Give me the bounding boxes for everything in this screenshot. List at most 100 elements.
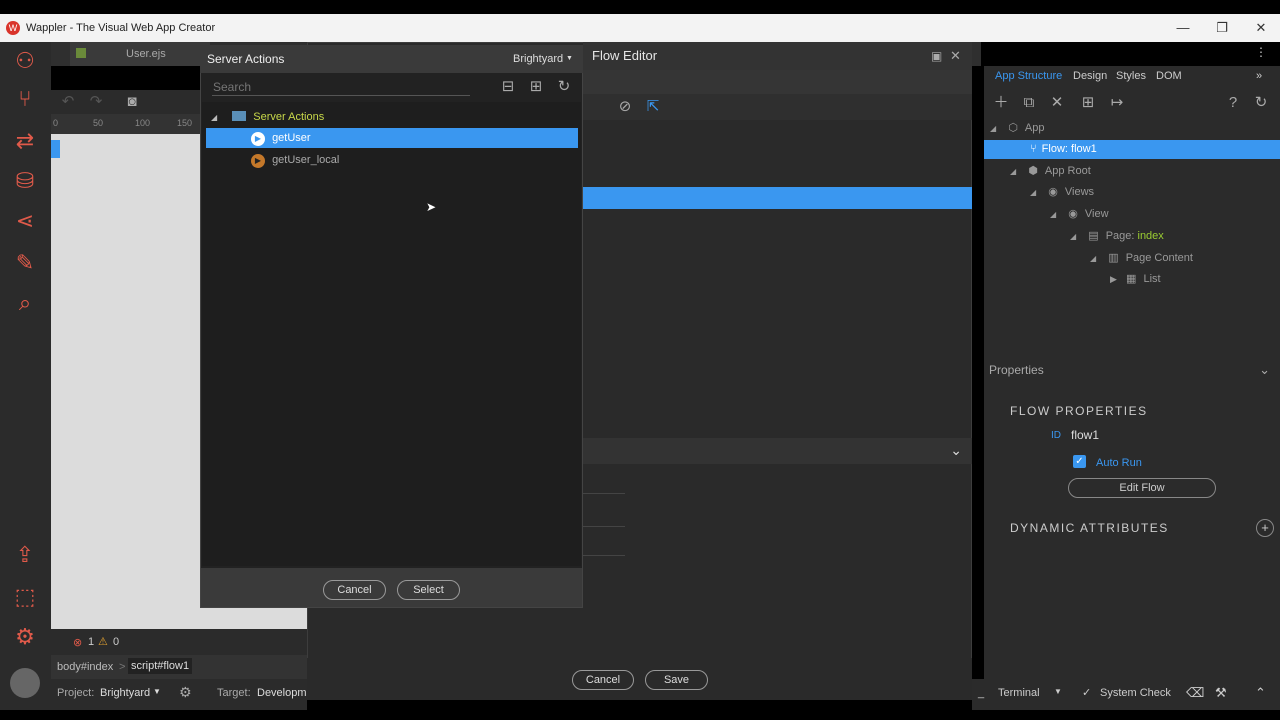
server-actions-footer xyxy=(201,568,582,607)
tab-app-structure[interactable]: App Structure xyxy=(995,66,1062,86)
flow-cancel-button[interactable]: Cancel xyxy=(572,670,634,690)
chevron-up-icon[interactable]: ⌃ xyxy=(1255,685,1266,701)
avatar[interactable] xyxy=(10,668,40,698)
tab-design[interactable]: Design xyxy=(1073,66,1107,86)
folder-server-actions[interactable]: ◢ Server Actions xyxy=(211,107,324,127)
close-window-icon[interactable]: ✕ xyxy=(1242,14,1280,42)
flow-save-button[interactable]: Save xyxy=(645,670,708,690)
add-icon[interactable]: ＋ xyxy=(992,94,1010,112)
extensions-icon[interactable]: ⬚ xyxy=(10,582,40,612)
flow-properties-collapse-bar[interactable]: ⌄ xyxy=(583,438,972,464)
maximize-icon[interactable]: ▣ xyxy=(931,42,942,70)
list-item[interactable]: ▶ getUser_local xyxy=(251,150,339,170)
caret-right-icon[interactable]: ▶ xyxy=(1110,274,1117,284)
search-input[interactable] xyxy=(213,80,463,94)
server-action-label: getUser xyxy=(272,132,311,144)
publish-icon[interactable]: ⇪ xyxy=(10,540,40,570)
chevron-down-icon[interactable]: ▼ xyxy=(1054,687,1062,696)
edit-flow-button[interactable]: Edit Flow xyxy=(1068,478,1216,498)
target-selector[interactable]: Developm xyxy=(257,687,307,699)
refresh-icon[interactable]: ↻ xyxy=(555,78,573,96)
search-wrapper xyxy=(212,78,470,96)
ruler: 0 50 100 150 xyxy=(51,114,201,134)
tree-item-page-index[interactable]: ◢ ▤ Page: index xyxy=(1070,226,1164,246)
tree-item-flow[interactable]: ⑂ Flow: flow1 xyxy=(1030,139,1097,159)
restore-icon[interactable]: ❐ xyxy=(1203,14,1241,42)
divider xyxy=(583,526,625,527)
tree-label-value: index xyxy=(1137,230,1164,242)
target-selector[interactable]: Brightyard xyxy=(513,45,563,73)
more-vertical-icon[interactable]: ⋮ xyxy=(1252,43,1270,61)
eraser-icon[interactable]: ⌫ xyxy=(1186,685,1204,701)
chevron-right-icon[interactable]: » xyxy=(1256,66,1262,86)
tree-label: Page: xyxy=(1105,230,1138,242)
project-label: Project: xyxy=(57,687,95,699)
move-out-icon[interactable]: ⇱ xyxy=(644,98,662,116)
component-icon[interactable]: ⊞ xyxy=(1079,94,1097,112)
git-icon[interactable]: ⑂ xyxy=(10,84,40,114)
app-structure-icon[interactable]: ⚇ xyxy=(10,46,40,76)
list-item[interactable]: ▶ getUser xyxy=(251,128,311,148)
server-actions-titlebar: Server Actions Brightyard ▼ xyxy=(200,45,583,73)
caret-down-icon: ◢ xyxy=(990,124,997,133)
breadcrumb: body#index > script#flow1 xyxy=(51,655,307,679)
flow-editor-title: Flow Editor xyxy=(592,48,658,63)
breadcrumb-item[interactable]: script#flow1 xyxy=(128,658,193,674)
tree-item-app-root[interactable]: ◢ ⬢ App Root xyxy=(1010,161,1091,181)
check-icon: ✓ xyxy=(1082,687,1092,699)
redo-icon[interactable]: ↷ xyxy=(87,93,105,111)
error-icon[interactable]: ⊗ xyxy=(73,636,82,649)
id-field[interactable]: flow1 xyxy=(1071,428,1099,442)
camera-icon[interactable]: ◙ xyxy=(123,93,141,111)
caret-down-icon: ◢ xyxy=(1030,188,1037,197)
tab-dom[interactable]: DOM xyxy=(1156,66,1182,86)
tree-item-views[interactable]: ◢ ◉ Views xyxy=(1030,182,1094,202)
select-button[interactable]: Select xyxy=(397,580,460,600)
routes-icon[interactable]: ⇄ xyxy=(10,126,40,156)
chevron-down-icon[interactable]: ▼ xyxy=(566,45,573,73)
flow-step-selected-row[interactable] xyxy=(583,187,972,209)
database-icon[interactable]: ⛁ xyxy=(10,166,40,196)
tree-label: View xyxy=(1084,208,1109,220)
refresh-icon[interactable]: ↻ xyxy=(1252,94,1270,112)
delete-icon[interactable]: ✕ xyxy=(1048,94,1066,112)
edit-icon[interactable]: ✎ xyxy=(10,248,40,278)
flow-properties-title: FLOW PROPERTIES xyxy=(1010,404,1148,418)
terminal-button[interactable]: Terminal xyxy=(998,687,1040,699)
expand-all-icon[interactable]: ⊞ xyxy=(527,78,545,96)
bug-icon[interactable]: ⚒ xyxy=(1215,685,1227,701)
close-icon[interactable]: ✕ xyxy=(950,42,961,70)
tree-item-app[interactable]: ◢ ⬡ App xyxy=(990,118,1044,138)
auto-run-checkbox[interactable]: ✓ xyxy=(1073,455,1086,468)
move-icon[interactable]: ↦ xyxy=(1108,94,1126,112)
tree-item-list[interactable]: ▶ ▦ List xyxy=(1110,269,1161,289)
tab-styles[interactable]: Styles xyxy=(1116,66,1146,86)
caret-down-icon: ◢ xyxy=(1050,210,1057,219)
chevron-down-icon[interactable]: ⌄ xyxy=(1259,359,1270,381)
help-icon[interactable]: ? xyxy=(1224,94,1242,112)
cancel-button[interactable]: Cancel xyxy=(323,580,386,600)
tree-item-view[interactable]: ◢ ◉ View xyxy=(1050,204,1109,224)
settings-gear-icon[interactable]: ⚙ xyxy=(10,622,40,652)
system-check-button[interactable]: System Check xyxy=(1100,687,1171,699)
undo-icon[interactable]: ↶ xyxy=(59,93,77,111)
caret-down-icon[interactable]: ◢ xyxy=(211,113,217,122)
minimize-icon[interactable]: — xyxy=(1164,14,1202,42)
breadcrumb-item[interactable]: body#index xyxy=(57,661,113,673)
copy-icon[interactable]: ⧉ xyxy=(1020,94,1038,112)
tree-item-page-content[interactable]: ◢ ▥ Page Content xyxy=(1090,248,1193,268)
tab-user-ejs[interactable]: User.ejs xyxy=(70,42,210,66)
disable-icon[interactable]: ⊘ xyxy=(616,98,634,116)
page-content-icon: ▥ xyxy=(1108,252,1119,264)
warning-icon[interactable]: ⚠ xyxy=(98,635,108,648)
chevron-down-icon[interactable]: ⌄ xyxy=(950,442,962,459)
add-attribute-icon[interactable]: + xyxy=(1256,519,1274,537)
share-icon[interactable]: ⋖ xyxy=(10,206,40,236)
search-icon[interactable]: ⌕ xyxy=(10,288,40,318)
project-settings-gear-icon[interactable]: ⚙ xyxy=(179,684,192,701)
left-toolbar: ⚇ ⑂ ⇄ ⛁ ⋖ ✎ ⌕ ⇪ ⬚ ⚙ xyxy=(0,42,51,710)
folder-icon xyxy=(232,111,247,121)
properties-header[interactable]: Properties ⌄ xyxy=(984,359,1280,381)
collapse-all-icon[interactable]: ⊟ xyxy=(499,78,517,96)
project-selector[interactable]: Brightyard xyxy=(100,687,150,699)
